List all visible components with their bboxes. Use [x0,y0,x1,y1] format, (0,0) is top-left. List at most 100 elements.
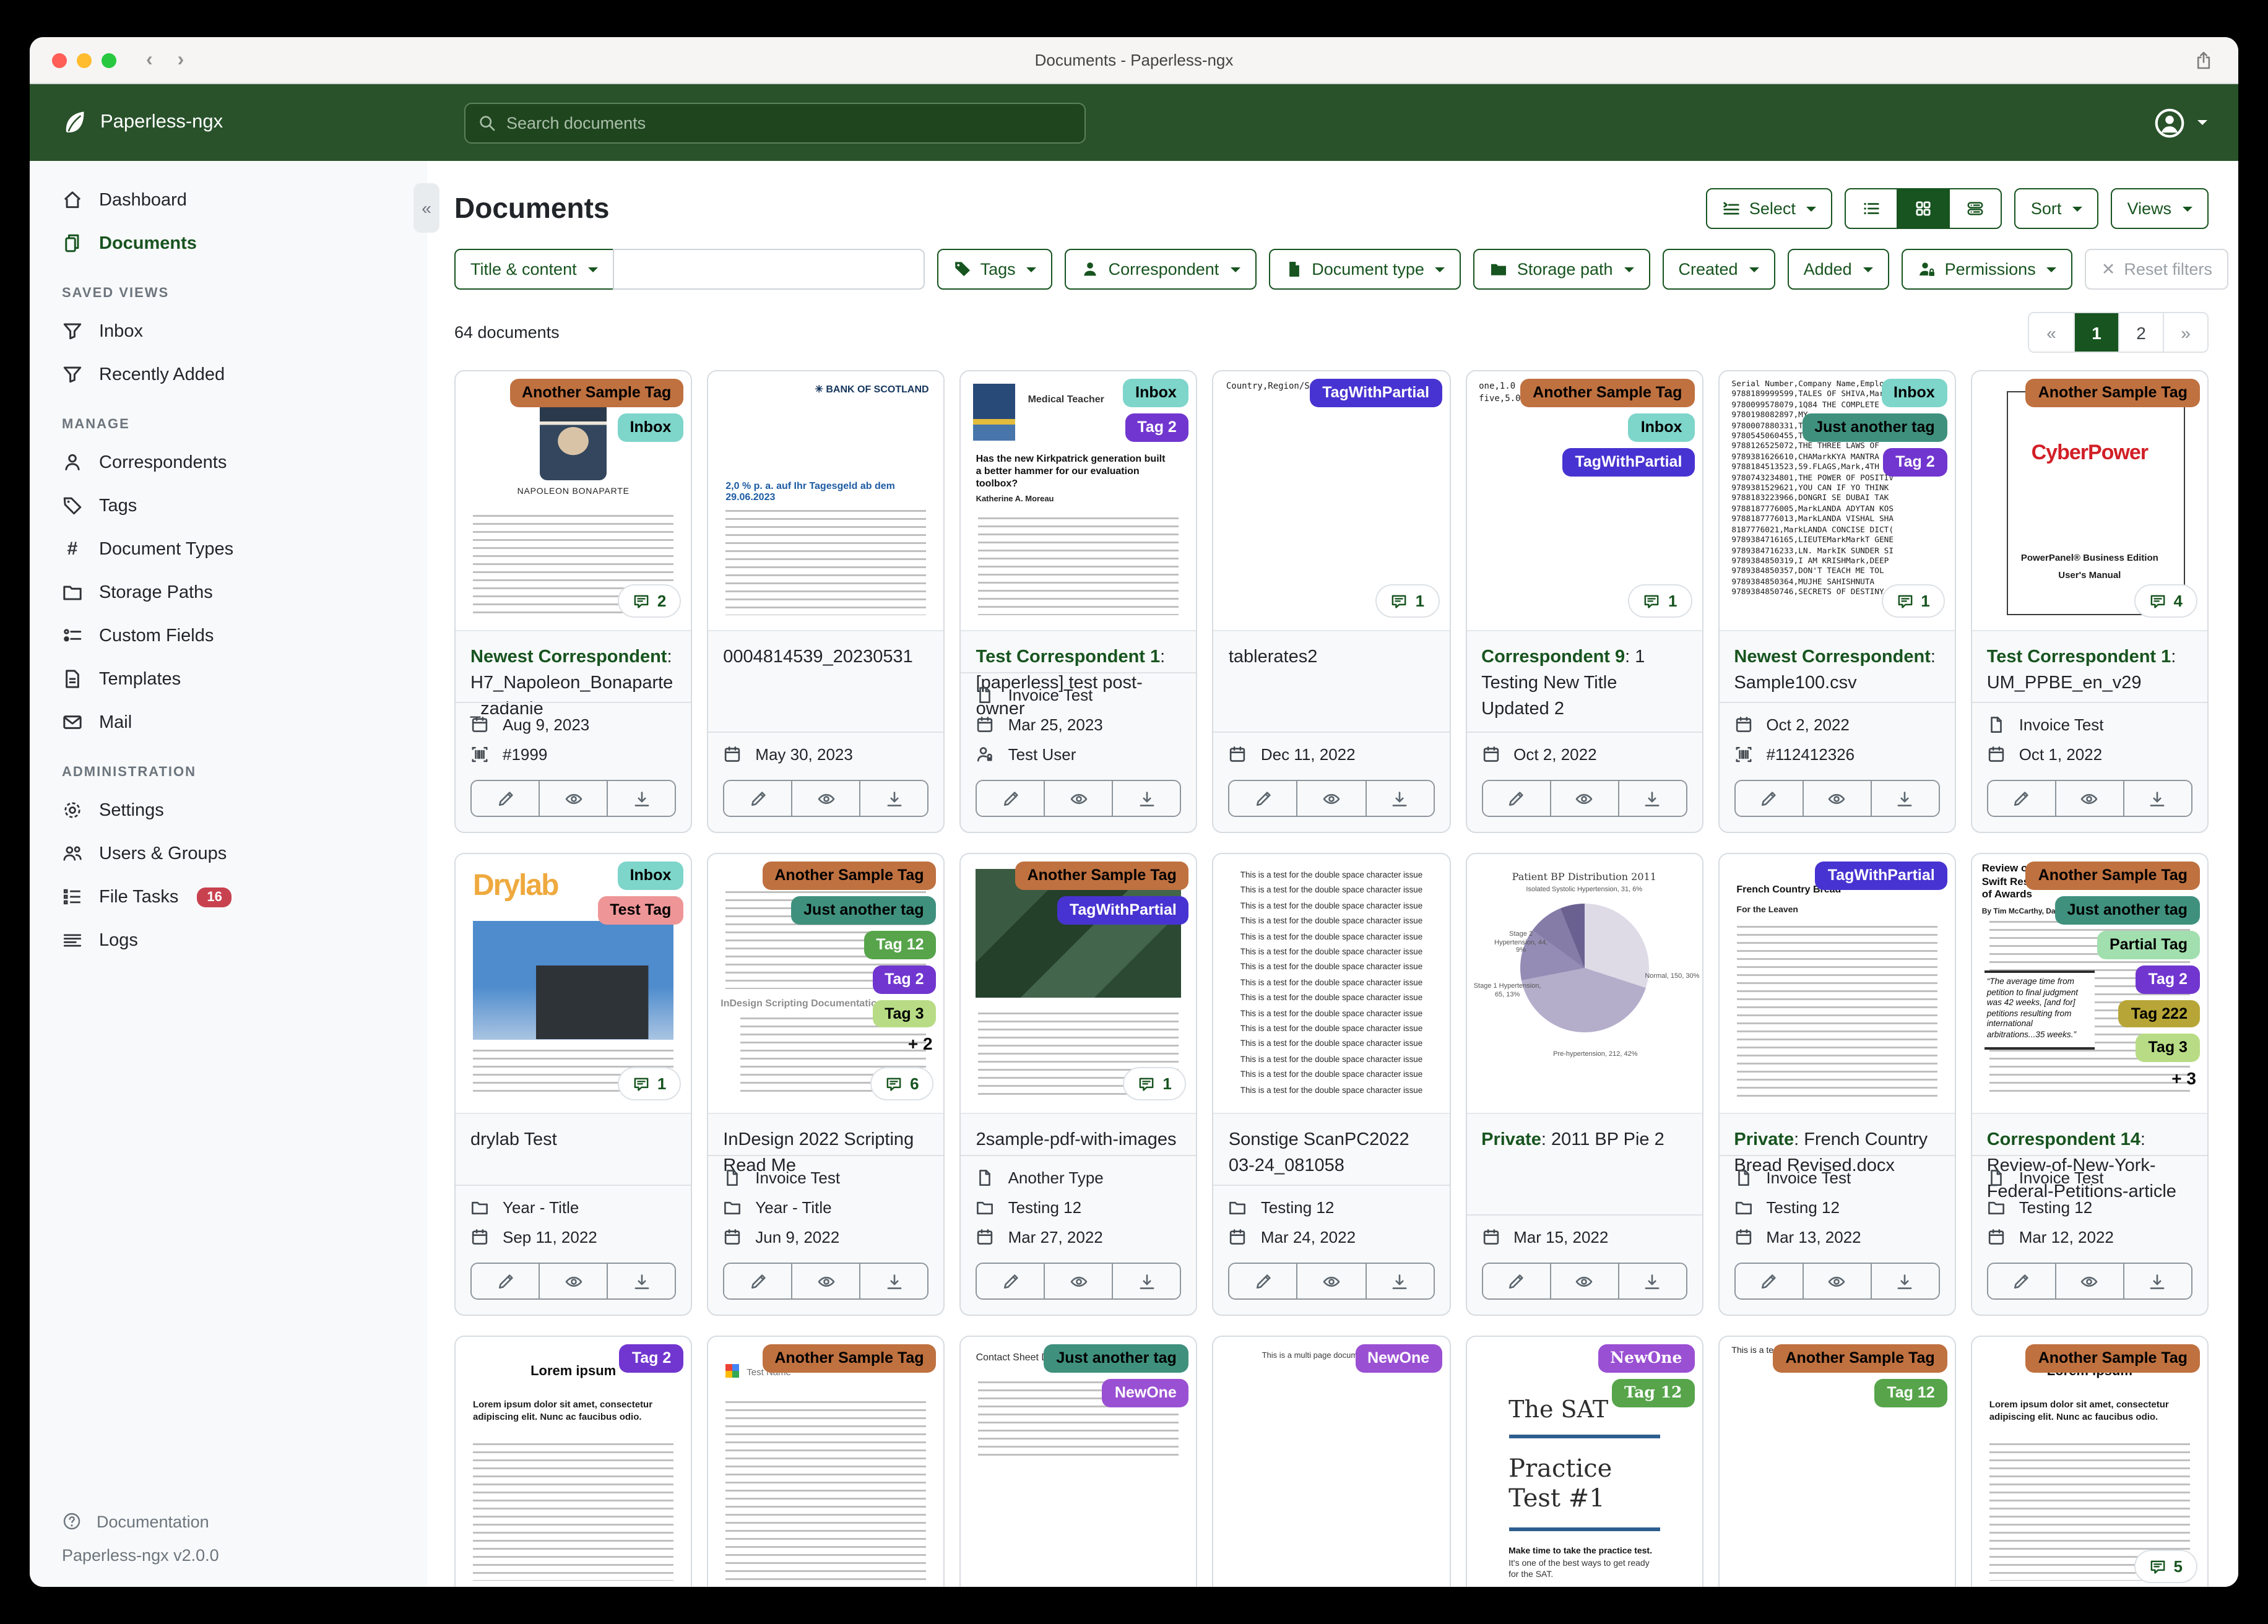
added-filter-button[interactable]: Added [1787,249,1889,290]
sidebar-item-documents[interactable]: Documents [30,222,427,265]
preview-button[interactable] [2054,781,2123,816]
preview-button[interactable] [539,781,607,816]
sidebar-item-templates[interactable]: Templates [30,657,427,701]
sidebar-item-custom-fields[interactable]: Custom Fields [30,614,427,657]
document-title[interactable]: drylab Test [456,1114,691,1161]
document-thumbnail[interactable]: one,1.0 five,5.0 Another Sample Tag Inbox Ta… [1466,371,1702,631]
pagination-page-2[interactable]: 2 [2118,313,2163,352]
document-thumbnail[interactable]: Test NameAnother Sample Tag [708,1337,944,1587]
tag-pill[interactable]: Another Sample Tag [1015,862,1189,890]
comments-badge[interactable]: 1 [617,1067,682,1100]
document-card[interactable]: AdobeInDesign Scripting DocumentationAno… [707,853,945,1316]
document-card[interactable]: one,1.0 five,5.0 Another Sample Tag Inbox Ta… [1465,370,1703,833]
comments-badge[interactable]: 1 [1881,584,1945,618]
document-thumbnail[interactable]: Lorem ipsumLorem ipsum dolor sit amet, c… [456,1337,691,1587]
preview-button[interactable] [1044,1264,1112,1298]
tag-pill[interactable]: Inbox [1123,379,1189,407]
document-thumbnail[interactable]: This is a test Another Sample Tag Tag 12 [1719,1337,1955,1587]
document-card[interactable]: Country,Region/State," TagWithPartial 1 tab… [1212,370,1451,833]
sidebar-item-file-tasks[interactable]: File Tasks 16 [30,875,427,918]
document-thumbnail[interactable]: Lorem ipsumLorem ipsum dolor sit amet, c… [1972,1337,2207,1587]
download-button[interactable] [607,781,675,816]
comments-badge[interactable]: 1 [1628,584,1692,618]
document-correspondent[interactable]: Correspondent 9 [1481,647,1625,667]
comments-badge[interactable]: 4 [2134,584,2197,618]
download-button[interactable] [1112,781,1180,816]
sidebar-item-tags[interactable]: Tags [30,484,427,527]
edit-button[interactable] [724,1264,792,1298]
document-correspondent[interactable]: Newest Correspondent [470,647,667,667]
download-button[interactable] [607,1264,675,1298]
tag-pill[interactable]: Another Sample Tag [1520,379,1695,407]
document-card[interactable]: Serial Number,Company Name,Employe 978818… [1718,370,1956,833]
edit-button[interactable] [1482,1264,1550,1298]
document-thumbnail[interactable]: Medical Teacher Has the new Kirkpatrick g… [961,371,1197,631]
download-button[interactable] [1365,1264,1434,1298]
sidebar-item-logs[interactable]: Logs [30,918,427,962]
edit-button[interactable] [472,781,539,816]
download-button[interactable] [1870,781,1939,816]
document-title[interactable]: 2sample-pdf-with-images [961,1114,1197,1161]
document-card[interactable]: Lorem ipsumLorem ipsum dolor sit amet, c… [1970,1336,2209,1587]
tag-pill[interactable]: TagWithPartial [1815,862,1947,890]
tag-pill[interactable]: Tag 12 [1612,1378,1695,1407]
preview-button[interactable] [1296,1264,1366,1298]
tag-pill[interactable]: TagWithPartial [1562,447,1695,477]
share-icon[interactable] [2194,50,2214,70]
tag-pill[interactable]: Just another tag [1044,1344,1189,1373]
document-thumbnail[interactable]: This is a multi page document. Page 1. Ne… [1213,1337,1450,1587]
tag-pill[interactable]: Just another tag [791,896,937,925]
download-button[interactable] [2123,1264,2191,1298]
tag-pill[interactable]: Tag 12 [1874,1378,1947,1407]
document-card[interactable]: French Country Bread For the Leaven TagWit… [1718,853,1956,1316]
tag-pill[interactable]: Just another tag [1802,413,1947,442]
document-thumbnail[interactable]: NAPOLEON BONAPARTE Another Sample Tag Inbo… [456,371,691,631]
document-card[interactable]: This is a test Another Sample Tag Tag 12 [1718,1336,1956,1587]
tag-pill[interactable]: Another Sample Tag [1773,1344,1947,1373]
edit-button[interactable] [977,1264,1044,1298]
edit-button[interactable] [1229,781,1297,816]
document-title[interactable]: Newest Correspondent: Sample100.csv [1719,631,1954,704]
edit-button[interactable] [724,781,792,816]
tag-pill[interactable]: Another Sample Tag [2025,379,2200,407]
app-logo[interactable]: Paperless-ngx [61,109,223,136]
edit-button[interactable] [1735,1264,1803,1298]
comments-badge[interactable]: 6 [870,1067,934,1100]
document-correspondent[interactable]: Private [1734,1130,1794,1150]
document-card[interactable]: Review of Arbitral Awards Shows Swift Re… [1970,853,2209,1316]
document-card[interactable]: ✳ BANK OF SCOTLAND 2,0 % p. a. auf Ihr Ta… [707,370,945,833]
document-type-filter-button[interactable]: Document type [1268,249,1461,290]
tag-pill[interactable]: NewOne [1102,1378,1189,1407]
document-correspondent[interactable]: Test Correspondent 1 [1987,647,2171,667]
filter-field-selector-button[interactable]: Title & content [454,249,614,290]
document-thumbnail[interactable]: AdobeInDesign Scripting DocumentationAno… [708,854,944,1114]
comments-badge[interactable]: 1 [1375,584,1440,618]
document-thumbnail[interactable]: The SAT Practice Test #1 Make time to take … [1466,1337,1702,1587]
tag-pill[interactable]: Another Sample Tag [2025,862,2200,890]
tags-filter-button[interactable]: Tags [937,249,1053,290]
tag-pill[interactable]: Just another tag [2054,896,2200,925]
tag-pill[interactable]: NewOne [1598,1344,1695,1373]
sidebar-item-inbox[interactable]: Inbox [30,309,427,353]
download-button[interactable] [1870,1264,1939,1298]
preview-button[interactable] [1044,781,1112,816]
document-title[interactable]: 0004814539_20230531 [708,631,943,678]
sidebar-item-correspondents[interactable]: Correspondents [30,441,427,484]
download-button[interactable] [1365,781,1434,816]
tag-pill[interactable]: NewOne [1355,1344,1442,1373]
view-list-button[interactable] [1845,188,1898,229]
tag-pill[interactable]: Tag 2 [1883,447,1947,477]
comments-badge[interactable]: 1 [1123,1067,1187,1100]
storage-path-filter-button[interactable]: Storage path [1473,249,1650,290]
user-menu[interactable] [2153,106,2207,139]
document-title[interactable]: Private: 2011 BP Pie 2 [1466,1114,1702,1161]
document-card[interactable]: Contact Sheet Demo Just another tag NewOne [959,1336,1198,1587]
tag-pill[interactable]: Tag 2 [2136,965,2200,993]
preview-button[interactable] [1549,1264,1618,1298]
tag-pill[interactable]: Test Tag [597,896,684,925]
document-thumbnail[interactable]: CyberPower PowerPanel® Business Edition Us… [1972,371,2207,631]
sort-dropdown-button[interactable]: Sort [2014,188,2099,229]
document-correspondent[interactable]: Test Correspondent 1 [976,647,1161,667]
documentation-link[interactable]: Documentation [62,1506,395,1536]
title-content-filter-input[interactable] [612,249,925,290]
